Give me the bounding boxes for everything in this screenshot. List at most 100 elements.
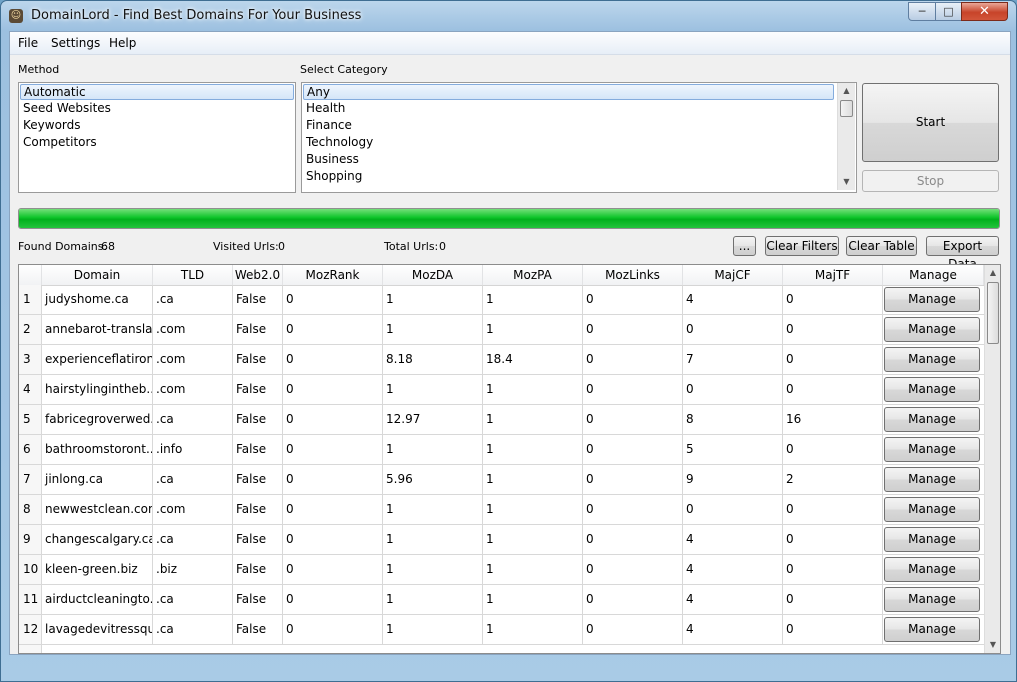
- table-row[interactable]: 9 changescalgary.ca .ca False 0 1 1 0 4 0 Manage: [19, 525, 984, 555]
- table-row[interactable]: 2 annebarot-transla... .com False 0 1 1 0 0 0 Mana…: [19, 315, 984, 345]
- mozrank-cell: 0: [283, 555, 383, 584]
- start-button[interactable]: Start: [862, 83, 999, 162]
- category-item-any[interactable]: Any: [303, 84, 834, 100]
- domain-cell: bathroomstoront...: [42, 435, 153, 464]
- minimize-button[interactable]: ─: [908, 2, 936, 21]
- mozda-cell: 1: [383, 375, 483, 404]
- category-item-health[interactable]: Health: [302, 100, 856, 117]
- category-item-technology[interactable]: Technology: [302, 134, 856, 151]
- manage-button[interactable]: Manage: [884, 287, 980, 312]
- manage-button[interactable]: Manage: [884, 527, 980, 552]
- header-mozlinks[interactable]: MozLinks: [583, 265, 683, 285]
- mozlinks-cell: 0: [583, 405, 683, 434]
- method-item-competitors[interactable]: Competitors: [19, 134, 295, 151]
- category-scroll-thumb[interactable]: [840, 100, 853, 117]
- manage-button[interactable]: Manage: [884, 347, 980, 372]
- majtf-cell: 0: [783, 615, 883, 644]
- manage-button[interactable]: Manage: [884, 557, 980, 582]
- domain-cell: annebarot-transla...: [42, 315, 153, 344]
- mozlinks-cell: 0: [583, 495, 683, 524]
- manage-button[interactable]: Manage: [884, 437, 980, 462]
- tld-cell: .ca: [153, 525, 233, 554]
- mozda-cell: 1: [383, 585, 483, 614]
- mozda-cell: 1: [383, 615, 483, 644]
- category-item-shopping[interactable]: Shopping: [302, 168, 856, 185]
- method-item-keywords[interactable]: Keywords: [19, 117, 295, 134]
- header-manage[interactable]: Manage: [883, 265, 984, 285]
- manage-button[interactable]: Manage: [884, 587, 980, 612]
- menu-file[interactable]: File: [18, 36, 38, 50]
- header-domain[interactable]: Domain: [42, 265, 153, 285]
- menu-settings[interactable]: Settings: [51, 36, 100, 50]
- table-row[interactable]: 10 kleen-green.biz .biz False 0 1 1 0 4 0 Manage: [19, 555, 984, 585]
- manage-button[interactable]: Manage: [884, 377, 980, 402]
- header-majtf[interactable]: MajTF: [783, 265, 883, 285]
- header-mozda[interactable]: MozDA: [383, 265, 483, 285]
- progress-bar: [18, 208, 1000, 229]
- table-row[interactable]: 6 bathroomstoront... .info False 0 1 1 0 5 0 Manag…: [19, 435, 984, 465]
- title-bar[interactable]: ☺ DomainLord - Find Best Domains For You…: [1, 1, 1016, 31]
- table-row[interactable]: 5 fabricegroverwed... .ca False 0 12.97 1 0 8 16 M…: [19, 405, 984, 435]
- method-item-seed-websites[interactable]: Seed Websites: [19, 100, 295, 117]
- tld-cell: .com: [153, 345, 233, 374]
- scroll-up-icon[interactable]: ▲: [838, 83, 855, 99]
- majtf-cell: 0: [783, 315, 883, 344]
- mozda-cell: 1: [383, 495, 483, 524]
- table-scroll-up-icon[interactable]: ▲: [985, 265, 1000, 281]
- table-scroll-thumb[interactable]: [987, 282, 999, 344]
- export-data-button[interactable]: Export Data: [926, 236, 999, 271]
- majtf-cell: 0: [783, 285, 883, 314]
- row-index: [19, 645, 42, 653]
- close-button[interactable]: ✕: [961, 2, 1008, 21]
- header-mozpa[interactable]: MozPA: [483, 265, 583, 285]
- header-tld[interactable]: TLD: [153, 265, 233, 285]
- category-list[interactable]: Any Health Finance Technology Business S…: [301, 82, 857, 193]
- mozlinks-cell: 0: [583, 465, 683, 494]
- mozda-cell: 1: [383, 285, 483, 314]
- menu-help[interactable]: Help: [109, 36, 136, 50]
- stop-button[interactable]: Stop: [862, 170, 999, 192]
- table-row[interactable]: 3experienceflatiron....comFalse08.1818.4…: [19, 345, 984, 375]
- table-row[interactable]: 1 judyshome.ca .ca False 0 1 1 0 4 0 Manage: [19, 285, 984, 315]
- manage-button[interactable]: Manage: [884, 497, 980, 522]
- majcf-cell: 8: [683, 405, 783, 434]
- clear-table-button[interactable]: Clear Table: [846, 236, 917, 256]
- manage-button[interactable]: Manage: [884, 617, 980, 642]
- majcf-cell: 4: [683, 525, 783, 554]
- mozrank-cell: 0: [283, 315, 383, 344]
- table-row[interactable]: 7 jinlong.ca .ca False 0 5.96 1 0 9 2 Manage: [19, 465, 984, 495]
- row-index: 4: [19, 375, 42, 404]
- table-row-partial: [19, 645, 984, 653]
- manage-button[interactable]: Manage: [884, 467, 980, 492]
- header-mozrank[interactable]: MozRank: [283, 265, 383, 285]
- mozda-cell: 1: [383, 525, 483, 554]
- header-web20[interactable]: Web2.0: [233, 265, 283, 285]
- category-scrollbar[interactable]: ▲ ▼: [837, 83, 855, 190]
- manage-button[interactable]: Manage: [884, 317, 980, 342]
- mozda-cell: 12.97: [383, 405, 483, 434]
- domain-cell: lavagedevitressqu...: [42, 615, 153, 644]
- table-row[interactable]: 4 hairstylingintheb... .com False 0 1 1 0 0 0 Mana…: [19, 375, 984, 405]
- scroll-down-icon[interactable]: ▼: [838, 174, 855, 190]
- table-row[interactable]: 8 newwestclean.com .com False 0 1 1 0 0 0 Manage: [19, 495, 984, 525]
- mozlinks-cell: 0: [583, 375, 683, 404]
- maximize-button[interactable]: □: [935, 2, 962, 21]
- mozrank-cell: 0: [283, 375, 383, 404]
- manage-button[interactable]: Manage: [884, 407, 980, 432]
- mozpa-cell: 1: [483, 615, 583, 644]
- majcf-cell: 5: [683, 435, 783, 464]
- table-row[interactable]: 12lavagedevitressqu....caFalse011040Mana…: [19, 615, 984, 645]
- table-scrollbar[interactable]: ▲ ▼: [984, 265, 1000, 653]
- table-row[interactable]: 11 airductcleaningto... .ca False 0 1 1 0 4 0 Mana…: [19, 585, 984, 615]
- category-item-business[interactable]: Business: [302, 151, 856, 168]
- table-scroll-down-icon[interactable]: ▼: [985, 637, 1000, 653]
- method-item-automatic[interactable]: Automatic: [20, 84, 294, 100]
- mozda-cell: 8.18: [383, 345, 483, 374]
- header-majcf[interactable]: MajCF: [683, 265, 783, 285]
- app-window: ☺ DomainLord - Find Best Domains For You…: [0, 0, 1017, 682]
- clear-filters-button[interactable]: Clear Filters: [765, 236, 839, 256]
- category-item-finance[interactable]: Finance: [302, 117, 856, 134]
- more-options-button[interactable]: ...: [733, 236, 756, 256]
- method-list[interactable]: Automatic Seed Websites Keywords Competi…: [18, 82, 296, 193]
- web20-cell: False: [233, 585, 283, 614]
